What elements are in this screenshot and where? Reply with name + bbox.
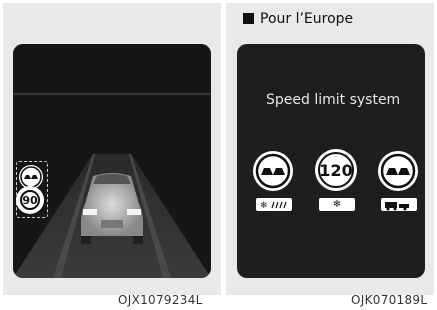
snow-rain-icon: ❄ <box>256 198 292 211</box>
speed-limit-value-120: 120 <box>319 160 353 180</box>
no-overtaking-sign-icon <box>253 151 293 191</box>
right-caption: OJK070189L <box>351 293 428 307</box>
no-overtaking-sign-icon <box>19 165 43 189</box>
svg-text:❄: ❄ <box>260 201 268 211</box>
no-overtaking-sign-icon <box>378 151 418 191</box>
speed-limit-sign-left: 90 <box>18 188 42 212</box>
speed-limit-value: 90 <box>22 193 38 207</box>
snowflake-icon: ❄ <box>319 198 355 211</box>
speed-limit-heading: Speed limit system <box>266 92 401 108</box>
region-title: Pour l’Europe <box>243 11 353 27</box>
speed-limit-sign-120: 120 <box>315 149 357 191</box>
left-caption: OJX1079234L <box>118 293 203 307</box>
region-title-text: Pour l’Europe <box>260 11 354 27</box>
car-trailer-icon <box>381 198 417 211</box>
square-bullet-icon <box>243 13 254 24</box>
